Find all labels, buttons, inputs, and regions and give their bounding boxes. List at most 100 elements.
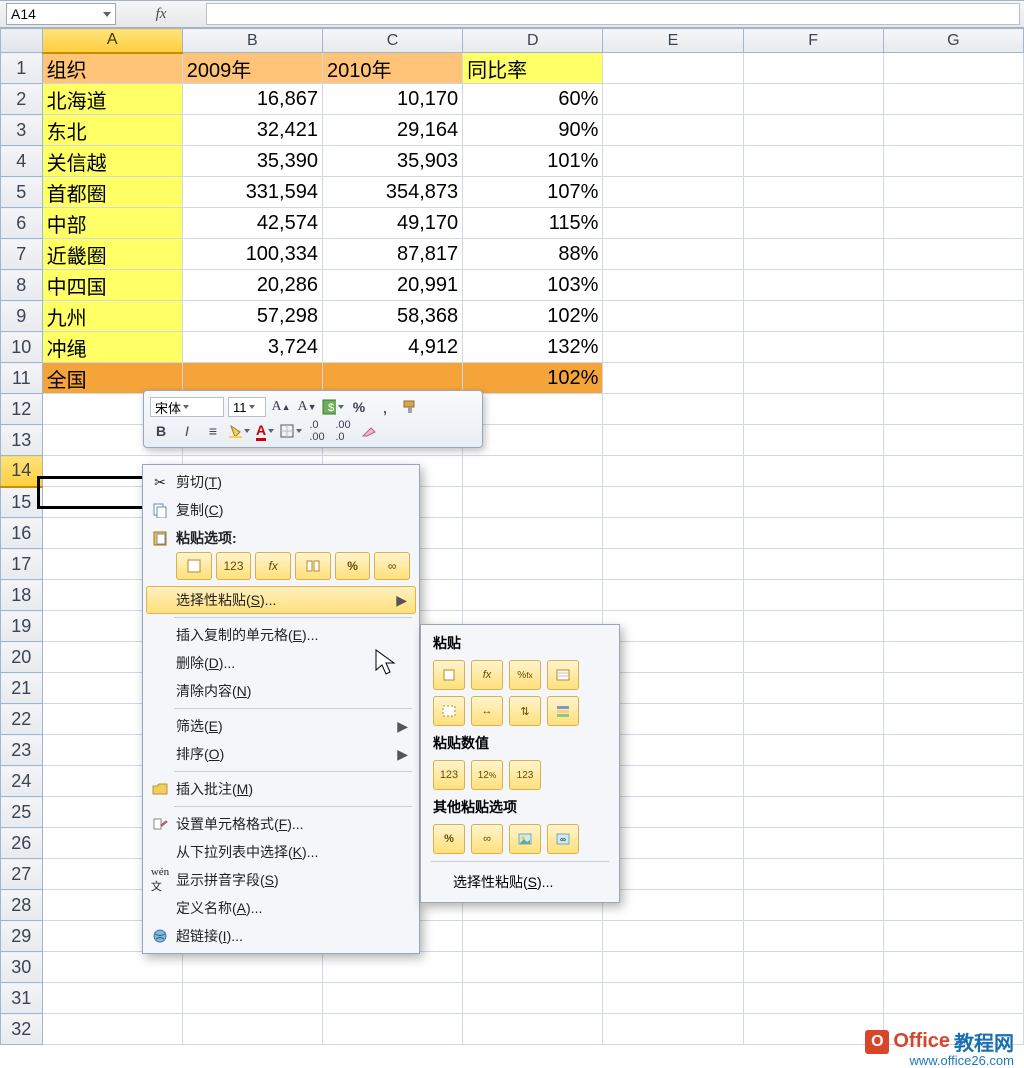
row-header-3[interactable]: 3 [1,115,43,146]
row-header-16[interactable]: 16 [1,518,43,549]
cell-A5[interactable]: 首都圈 [42,177,182,208]
cell-A4[interactable]: 关信越 [42,146,182,177]
cell-r13c4[interactable] [603,425,743,456]
cell-A3[interactable]: 东北 [42,115,182,146]
col-header-C[interactable]: C [322,29,462,53]
cell-r15c4[interactable] [603,487,743,518]
cell-B8[interactable]: 20,286 [182,270,322,301]
cell-D10[interactable]: 132% [463,332,603,363]
cell-r31c1[interactable] [182,983,322,1014]
cell-E1[interactable] [603,53,743,84]
menu-cut[interactable]: ✂ 剪切(T) [146,468,416,496]
row-header-14[interactable]: 14 [1,456,43,487]
col-header-F[interactable]: F [743,29,883,53]
cell-r29c3[interactable] [463,921,603,952]
cell-r19c4[interactable] [603,611,743,642]
menu-insert-comment[interactable]: 插入批注(M) [146,775,416,803]
row-header-29[interactable]: 29 [1,921,43,952]
cell-r12c5[interactable] [743,394,883,425]
cell-r19c5[interactable] [743,611,883,642]
cell-r16c5[interactable] [743,518,883,549]
menu-hyperlink[interactable]: 超链接(I)... [146,922,416,950]
cell-r22c5[interactable] [743,704,883,735]
cell-G1[interactable] [883,53,1023,84]
row-header-22[interactable]: 22 [1,704,43,735]
cell-r32c2[interactable] [322,1014,462,1045]
cell-C5[interactable]: 354,873 [322,177,462,208]
row-header-6[interactable]: 6 [1,208,43,239]
percent-style-icon[interactable]: % [348,397,370,417]
cell-r27c6[interactable] [883,859,1023,890]
menu-insert-copied[interactable]: 插入复制的单元格(E)... [146,621,416,649]
sub-paste-link-icon[interactable]: ∞ [471,824,503,854]
cell-F1[interactable] [743,53,883,84]
cell-C1[interactable]: 2010年 [322,53,462,84]
cell-r17c5[interactable] [743,549,883,580]
font-color-icon[interactable]: A [254,421,276,441]
cell-B2[interactable]: 16,867 [182,84,322,115]
cell-r16c4[interactable] [603,518,743,549]
row-header-23[interactable]: 23 [1,735,43,766]
row-header-2[interactable]: 2 [1,84,43,115]
cell-r25c6[interactable] [883,797,1023,828]
cell-r32c0[interactable] [42,1014,182,1045]
fill-color-icon[interactable] [228,421,250,441]
cell-C3[interactable]: 29,164 [322,115,462,146]
cell-D9[interactable]: 102% [463,301,603,332]
cell-B4[interactable]: 35,390 [182,146,322,177]
cell-r20c4[interactable] [603,642,743,673]
row-header-26[interactable]: 26 [1,828,43,859]
sub-values-icon[interactable]: 123 [433,760,465,790]
font-size-select[interactable]: 11 [228,397,266,417]
cell-r29c4[interactable] [603,921,743,952]
cell-A2[interactable]: 北海道 [42,84,182,115]
menu-show-pinyin[interactable]: wén文 显示拼音字段(S) [146,866,416,894]
cell-r30c0[interactable] [42,952,182,983]
cell-A10[interactable]: 冲绳 [42,332,182,363]
name-box[interactable]: A14 [6,3,116,25]
cell-r12c6[interactable] [883,394,1023,425]
cell-r30c1[interactable] [182,952,322,983]
cell-D11[interactable]: 102% [463,363,603,394]
row-header-28[interactable]: 28 [1,890,43,921]
cell-B5[interactable]: 331,594 [182,177,322,208]
cell-r14c6[interactable] [883,456,1023,487]
row-header-4[interactable]: 4 [1,146,43,177]
shrink-font-icon[interactable]: A▼ [296,397,318,417]
cell-A6[interactable]: 中部 [42,208,182,239]
paste-transpose-icon[interactable] [295,552,331,580]
cell-r29c6[interactable] [883,921,1023,952]
cell-r21c6[interactable] [883,673,1023,704]
cell-A1[interactable]: 组织 [42,53,182,84]
cell-r22c4[interactable] [603,704,743,735]
cell-D5[interactable]: 107% [463,177,603,208]
row-header-17[interactable]: 17 [1,549,43,580]
sub-paste-formulas-icon[interactable]: fx [471,660,503,690]
paste-formulas-icon[interactable]: fx [255,552,291,580]
row-header-1[interactable]: 1 [1,53,43,84]
cell-r18c3[interactable] [463,580,603,611]
decrease-decimal-icon[interactable]: .00.0 [332,421,354,441]
sub-paste-keep-formatting-icon[interactable] [547,660,579,690]
cell-r18c5[interactable] [743,580,883,611]
menu-format-cells[interactable]: 设置单元格格式(F)... [146,810,416,838]
cell-r26c4[interactable] [603,828,743,859]
row-header-24[interactable]: 24 [1,766,43,797]
cell-r30c4[interactable] [603,952,743,983]
cell-r25c5[interactable] [743,797,883,828]
cell-B6[interactable]: 42,574 [182,208,322,239]
cell-r17c4[interactable] [603,549,743,580]
cell-r13c6[interactable] [883,425,1023,456]
font-family-select[interactable]: 宋体 [150,397,224,417]
paste-link-icon[interactable]: ∞ [374,552,410,580]
cell-r32c5[interactable] [743,1014,883,1045]
row-header-18[interactable]: 18 [1,580,43,611]
cell-r31c2[interactable] [322,983,462,1014]
comma-style-icon[interactable]: , [374,397,396,417]
menu-copy[interactable]: 复制(C) [146,496,416,524]
increase-decimal-icon[interactable]: .0.00 [306,421,328,441]
name-box-dropdown-icon[interactable] [103,12,111,17]
cell-r18c4[interactable] [603,580,743,611]
col-header-A[interactable]: A [42,29,182,53]
cell-r16c3[interactable] [463,518,603,549]
